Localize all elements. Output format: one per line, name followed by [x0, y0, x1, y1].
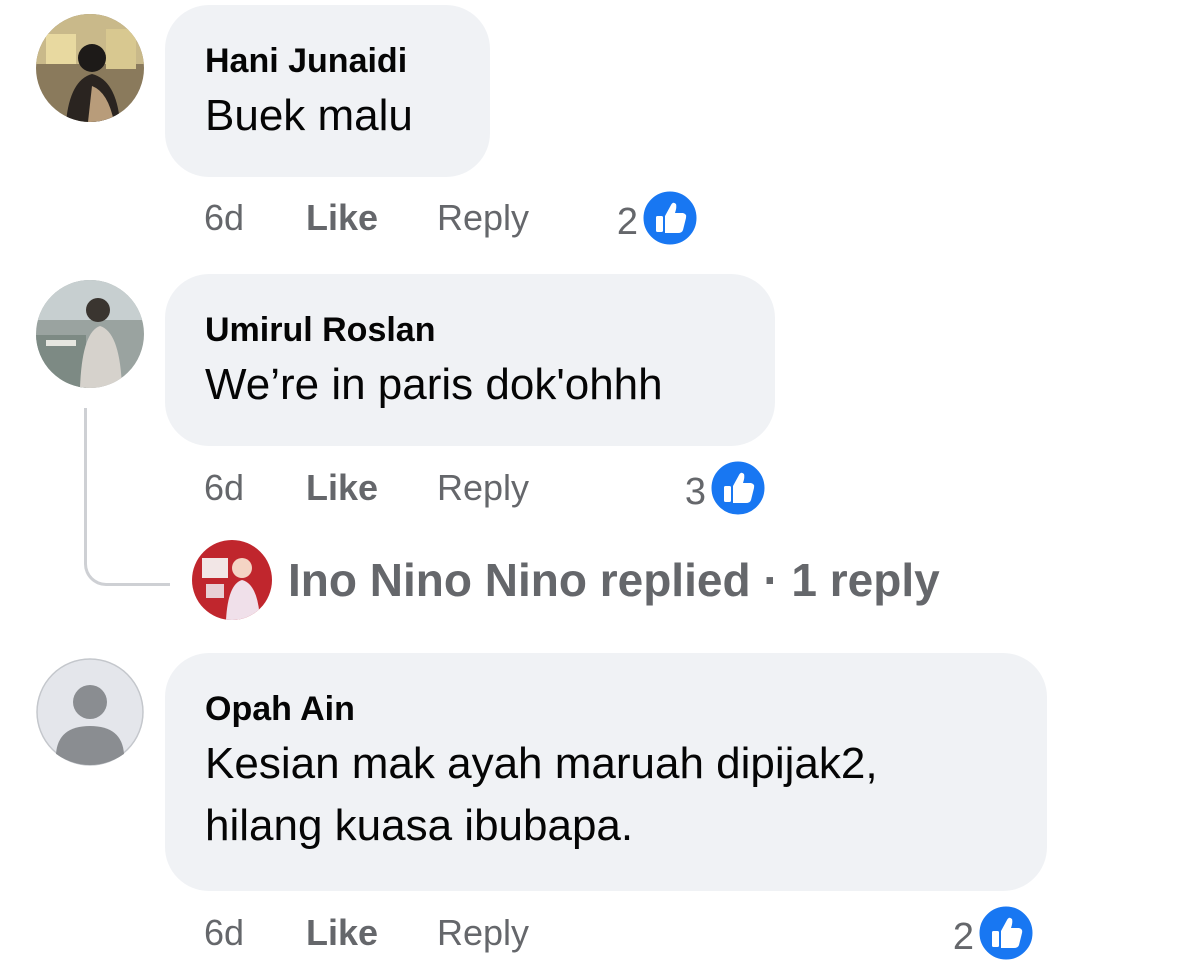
comment-bubble: Umirul Roslan We’re in paris dok'ohhh — [165, 274, 775, 446]
like-button[interactable]: Like — [306, 903, 378, 963]
avatar-ino-nino-nino — [192, 540, 272, 620]
reaction-summary[interactable]: 3 — [668, 458, 768, 518]
thread-connector-line — [84, 408, 170, 586]
comment-actions: 6d Like Reply — [204, 188, 529, 248]
comment-actions: 6d Like Reply — [204, 903, 529, 963]
comment-text-line-2: hilang kuasa ibubapa. — [205, 801, 634, 850]
reply-button[interactable]: Reply — [437, 458, 529, 518]
reaction-count: 2 — [616, 201, 638, 243]
comment-text-line-1: Kesian mak ayah maruah dipijak2, — [205, 739, 878, 788]
like-button[interactable]: Like — [306, 458, 378, 518]
reply-button[interactable]: Reply — [437, 188, 529, 248]
comment-actions: 6d Like Reply — [204, 458, 529, 518]
avatar-photo — [36, 14, 144, 122]
comment-author[interactable]: Hani Junaidi — [205, 41, 450, 81]
reaction-summary[interactable]: 2 — [936, 903, 1036, 963]
like-reaction-icon — [640, 188, 700, 248]
comment-text: Buek malu — [205, 91, 413, 140]
reply-button[interactable]: Reply — [437, 903, 529, 963]
comment-timestamp[interactable]: 6d — [204, 903, 244, 963]
comment-author[interactable]: Opah Ain — [205, 689, 1007, 729]
comment-text: We’re in paris dok'ohhh — [205, 360, 663, 409]
comment-timestamp[interactable]: 6d — [204, 458, 244, 518]
replies-summary[interactable]: Ino Nino Nino replied · 1 reply — [288, 550, 940, 610]
comment-bubble: Opah Ain Kesian mak ayah maruah dipijak2… — [165, 653, 1047, 891]
reaction-count: 3 — [684, 471, 706, 513]
like-reaction-icon — [976, 903, 1036, 963]
reaction-count: 2 — [952, 916, 974, 958]
comment-timestamp[interactable]: 6d — [204, 188, 244, 248]
default-avatar-icon — [36, 658, 144, 766]
avatar-hani-junaidi[interactable] — [36, 14, 144, 122]
comment-bubble: Hani Junaidi Buek malu — [165, 5, 490, 177]
comment-author[interactable]: Umirul Roslan — [205, 310, 735, 350]
like-reaction-icon — [708, 458, 768, 518]
avatar-opah-ain[interactable] — [36, 658, 144, 766]
avatar-photo — [192, 540, 272, 620]
avatar-photo — [36, 280, 144, 388]
reaction-summary[interactable]: 2 — [600, 188, 700, 248]
avatar-umirul-roslan[interactable] — [36, 280, 144, 388]
like-button[interactable]: Like — [306, 188, 378, 248]
